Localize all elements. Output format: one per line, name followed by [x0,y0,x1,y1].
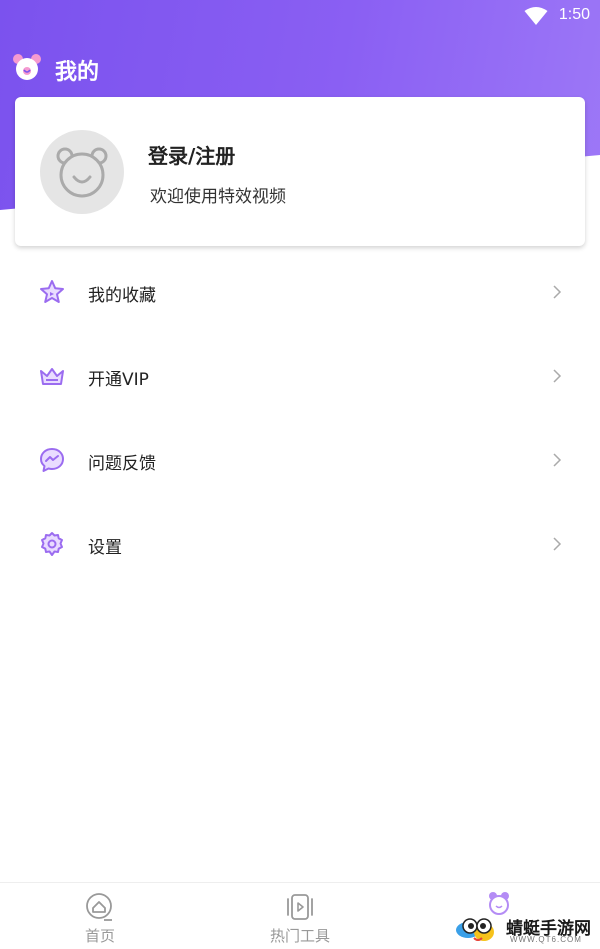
menu-item-label: 问题反馈 [88,454,156,474]
chevron-right-icon [553,453,562,467]
bear-avatar-icon [56,147,108,198]
nav-label: 首页 [84,927,115,945]
wifi-icon [524,7,548,25]
gear-icon [41,532,63,556]
status-bar: 1:50 [0,0,600,32]
watermark-subtext: WWW.QT6.COM [510,935,582,944]
welcome-text: 欢迎使用特效视频 [150,187,286,207]
profile-card[interactable]: 登录/注册 欢迎使用特效视频 [15,97,585,246]
avatar[interactable] [40,130,124,214]
star-icon [40,280,64,303]
watermark: 蜻蜓手游网 WWW.QT6.COM [454,886,600,949]
menu-item-label: 开通VIP [88,370,149,390]
nav-item-home[interactable]: 首页 [40,883,160,949]
bear-logo-icon [13,54,41,80]
chevron-right-icon [553,369,562,383]
tools-icon [287,894,313,920]
app-bar: 我的 [0,48,600,88]
nav-label: 热门工具 [269,927,330,945]
dragonfly-logo-icon [456,892,509,941]
crown-icon [40,368,64,385]
menu-item-label: 设置 [88,538,122,558]
menu-item-feedback[interactable]: 问题反馈 [0,418,600,502]
nav-item-tools[interactable]: 热门工具 [240,883,360,949]
home-icon [86,893,112,921]
menu-item-favorites[interactable]: 我的收藏 [0,250,600,334]
chevron-right-icon [553,537,562,551]
chevron-right-icon [553,285,562,299]
menu-item-settings[interactable]: 设置 [0,502,600,586]
login-register-link[interactable]: 登录/注册 [148,140,235,169]
status-time: 1:50 [558,6,590,23]
page-title: 我的 [55,60,100,85]
menu-list: 我的收藏 开通VIP 问题反馈 设置 [0,250,600,586]
menu-item-label: 我的收藏 [88,286,156,306]
menu-item-vip[interactable]: 开通VIP [0,334,600,418]
chat-bubble-icon [40,448,64,472]
